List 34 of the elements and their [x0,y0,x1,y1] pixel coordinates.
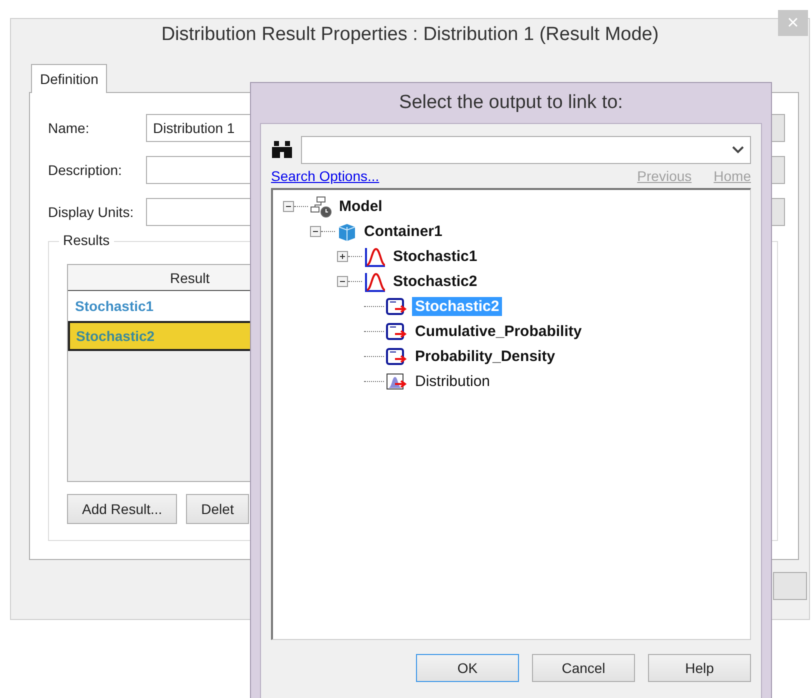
tree-item[interactable]: Probability_Density [412,347,558,366]
output-icon [386,322,408,342]
field-label: Display Units: [48,204,135,220]
tree-item[interactable]: Distribution [412,372,494,391]
field-label: Name: [48,120,90,136]
action-button[interactable]: Add Result... [67,494,178,524]
dialog-button[interactable]: OK [416,654,519,682]
group-title: Results [59,232,114,248]
binoculars-icon[interactable] [271,141,293,159]
dialog-button[interactable]: Cancel [532,654,635,682]
output-icon [386,346,408,366]
dialog-button[interactable]: Help [648,654,751,682]
tree-item[interactable]: Container1 [361,222,446,241]
hierarchy-icon [310,196,332,218]
bell-curve-icon [364,270,386,292]
chevron-icon [732,146,744,154]
box-icon [337,222,357,242]
action-button[interactable]: Delet [186,494,249,524]
expand-icon[interactable] [337,251,348,262]
dialog-title: Select the output to link to: [398,91,624,115]
tab[interactable]: Definition [31,64,108,93]
collapse-icon[interactable] [337,276,348,287]
tree-item[interactable]: Stochastic2 [390,272,480,291]
bell-curve-icon [364,246,386,268]
collapse-icon[interactable] [310,226,321,237]
output-icon [386,296,408,316]
tree-item[interactable]: Cumulative_Probability [412,322,585,341]
tree-item[interactable]: Stochastic1 [390,247,480,266]
tree-item[interactable]: Model [336,197,386,216]
collapse-icon[interactable] [283,201,294,212]
window-title: Distribution Result Properties : Distribution 1 (Result Mode) [161,24,659,46]
distribution-icon [386,372,408,392]
field-label: Description: [48,162,123,178]
search-options-link[interactable]: Search Options... [271,168,380,184]
